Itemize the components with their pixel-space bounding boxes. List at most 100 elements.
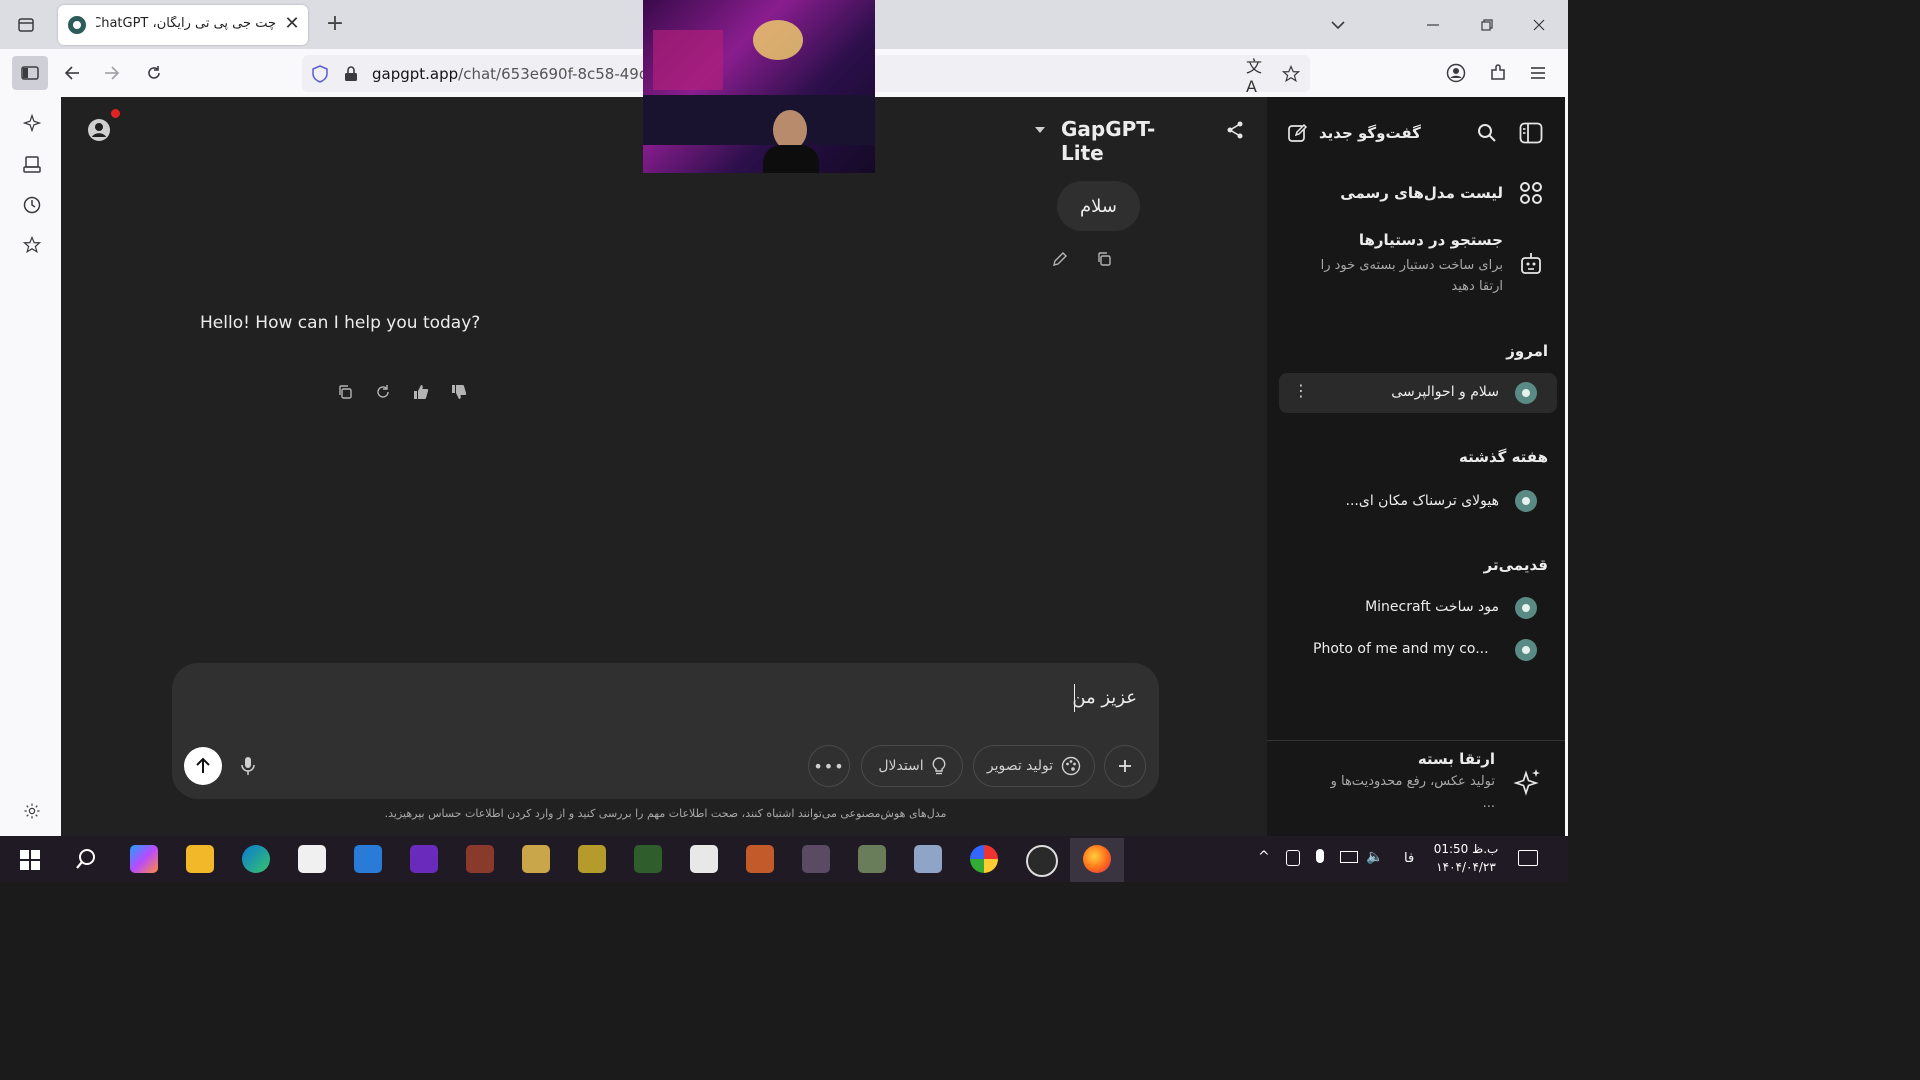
chat-item-today-0[interactable]: ⋮ سلام و احوالپرسی	[1279, 373, 1557, 413]
reasoning-button[interactable]: استدلال	[861, 745, 963, 787]
tab-overview-icon[interactable]	[12, 12, 40, 38]
chevron-down-icon[interactable]	[1326, 14, 1350, 36]
message-input[interactable]: عزیز من	[1072, 687, 1137, 708]
sidebar-toggle-icon[interactable]	[12, 56, 48, 90]
webcam-overlay	[643, 0, 875, 173]
copy-icon[interactable]	[1092, 247, 1116, 271]
send-button[interactable]	[184, 747, 222, 785]
new-tab-icon[interactable]: +	[324, 12, 346, 36]
thumbs-down-icon[interactable]	[447, 380, 471, 404]
chat-item-older-1[interactable]: Photo of me and my co...	[1279, 630, 1557, 670]
notification-center-icon[interactable]	[1518, 850, 1538, 866]
chrome-icon[interactable]	[970, 845, 998, 873]
thumbs-up-icon[interactable]	[409, 380, 433, 404]
copilot-app-icon[interactable]	[130, 845, 158, 873]
extensions-icon[interactable]	[1486, 61, 1510, 85]
taskbar-search-icon[interactable]	[73, 846, 99, 872]
browser-tab-active[interactable]: چت جی پی تی رایگان، ChatGPT ✕	[58, 5, 308, 45]
microphone-tray-icon[interactable]	[1316, 849, 1324, 863]
app-sidebar: گفت‌وگو جدید لیست مدل‌های رسمی جستجو در …	[1267, 97, 1565, 836]
bookmarks-star-icon[interactable]	[20, 233, 44, 257]
tray-app-icon[interactable]	[1286, 850, 1300, 866]
forward-arrow-icon[interactable]	[100, 61, 124, 85]
model-name[interactable]: GapGPT-Lite	[1061, 117, 1191, 165]
regenerate-icon[interactable]	[371, 380, 395, 404]
translate-icon[interactable]: 文A	[1246, 57, 1268, 96]
app-icon-5[interactable]	[634, 845, 662, 873]
language-indicator[interactable]: فا	[1404, 851, 1414, 866]
app-icon-11[interactable]	[1026, 845, 1058, 877]
chat-item-older-0[interactable]: مود ساخت Minecraft	[1279, 588, 1557, 628]
palette-icon	[1061, 756, 1081, 776]
restore-icon[interactable]	[1474, 14, 1500, 36]
profile-avatar-icon[interactable]	[85, 116, 113, 144]
webcam-person-body	[763, 145, 819, 173]
app-icon-1[interactable]	[410, 845, 438, 873]
menu-icon[interactable]	[1526, 61, 1550, 85]
copy-response-icon[interactable]	[333, 380, 357, 404]
clock-date: ۱۴۰۴/۰۴/۲۳	[1436, 860, 1496, 874]
taskbar-clock[interactable]: 01:50 ب.ظ ۱۴۰۴/۰۴/۲۳	[1428, 840, 1504, 876]
more-options-button[interactable]: •••	[808, 745, 850, 787]
window-close-icon[interactable]	[1526, 14, 1552, 36]
mail-icon[interactable]	[354, 845, 382, 873]
bookmark-star-icon[interactable]	[1280, 63, 1302, 85]
synced-tabs-icon[interactable]	[20, 153, 44, 177]
account-icon[interactable]	[1444, 61, 1468, 85]
minimize-icon[interactable]	[1420, 14, 1446, 36]
volume-icon[interactable]: 🔈	[1366, 849, 1383, 865]
chat-item-last-week-0[interactable]: هیولای ترسناک مکان ای...	[1279, 481, 1557, 521]
image-generation-button[interactable]: تولید تصویر	[973, 745, 1095, 787]
new-chat-label: گفت‌وگو جدید	[1319, 124, 1421, 142]
microphone-icon[interactable]	[238, 754, 258, 778]
app-icon-6[interactable]	[690, 845, 718, 873]
tab-close-icon[interactable]: ✕	[282, 14, 302, 34]
tray-expand-icon[interactable]: ^	[1258, 849, 1270, 865]
site-favicon-icon	[68, 16, 86, 34]
user-message-bubble: سلام	[1057, 181, 1140, 231]
file-explorer-icon[interactable]	[186, 845, 214, 873]
microsoft-store-icon[interactable]	[298, 845, 326, 873]
back-arrow-icon[interactable]	[60, 61, 84, 85]
app-icon-7[interactable]	[746, 845, 774, 873]
upgrade-plan-item[interactable]: ارتقا بسته تولید عکس، رفع محدودیت‌ها و .…	[1287, 747, 1557, 827]
gapgpt-logo-icon	[1515, 639, 1537, 661]
lock-icon[interactable]	[342, 64, 360, 84]
new-chat-button[interactable]: گفت‌وگو جدید	[1287, 119, 1437, 147]
window-edge	[1565, 97, 1568, 836]
edge-browser-icon[interactable]	[242, 845, 270, 873]
history-clock-icon[interactable]	[20, 193, 44, 217]
sidebar-divider	[1267, 740, 1565, 741]
composer: عزیز من ••• استدلال تولید تصویر	[172, 663, 1159, 799]
app-icon-9[interactable]	[858, 845, 886, 873]
app-icon-4[interactable]	[578, 845, 606, 873]
url-path: /chat/653e690f-8c58-49d9-	[458, 65, 664, 83]
url-host: gapgpt.app	[372, 65, 459, 83]
official-models-list-item[interactable]: لیست مدل‌های رسمی	[1287, 179, 1549, 209]
assistants-search-item[interactable]: جستجو در دستیارها برای ساخت دستیار بسته‌…	[1287, 229, 1549, 299]
settings-gear-icon[interactable]	[20, 799, 44, 823]
app-icon-8[interactable]	[802, 845, 830, 873]
assistant-message-text: Hello! How can I help you today?	[200, 313, 481, 333]
reload-icon[interactable]	[142, 61, 166, 85]
app-icon-10[interactable]	[914, 845, 942, 873]
app-icon-2[interactable]	[466, 845, 494, 873]
add-attachment-button[interactable]	[1104, 745, 1146, 787]
sidebar-collapse-icon[interactable]	[1517, 120, 1545, 146]
windows-start-icon[interactable]	[18, 848, 42, 872]
assistants-title: جستجو در دستیارها	[1358, 231, 1503, 249]
share-icon[interactable]	[1223, 118, 1247, 142]
shield-icon[interactable]	[310, 64, 330, 84]
model-dropdown-chevron-icon[interactable]	[1029, 119, 1051, 141]
more-dots-icon: •••	[813, 756, 845, 776]
taskbar-active-app[interactable]	[1070, 838, 1124, 882]
chat-options-icon[interactable]: ⋮	[1293, 383, 1309, 399]
edit-pencil-icon[interactable]	[1048, 247, 1072, 271]
search-icon[interactable]	[1475, 121, 1499, 145]
image-generation-label: تولید تصویر	[986, 758, 1054, 774]
url-text: gapgpt.app/chat/653e690f-8c58-49d9-	[372, 65, 663, 83]
webcam-poster-shape	[653, 30, 723, 90]
ai-sparkle-icon[interactable]	[20, 111, 44, 135]
app-icon-3[interactable]	[522, 845, 550, 873]
network-icon[interactable]	[1340, 851, 1358, 863]
